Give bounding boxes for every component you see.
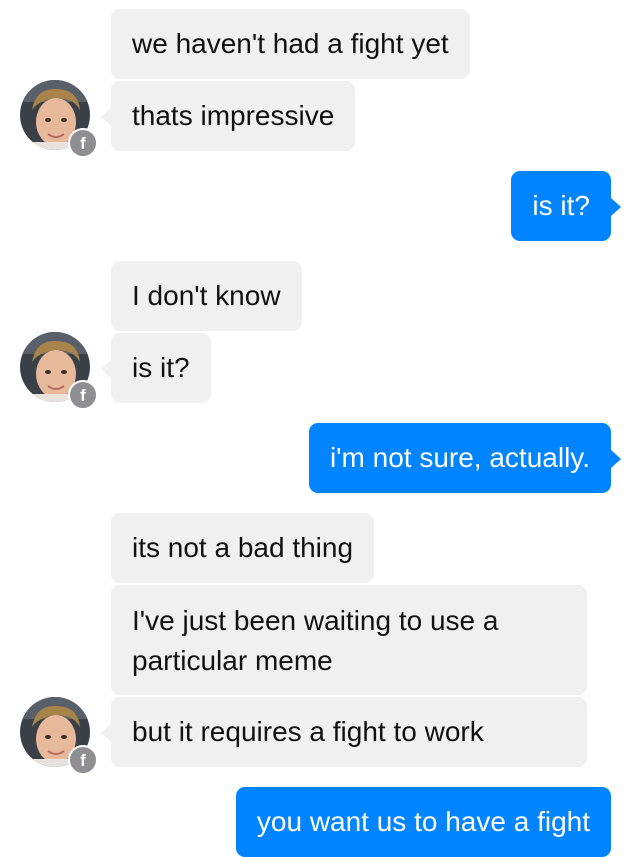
- message-text: we haven't had a fight yet: [132, 28, 449, 59]
- incoming-message[interactable]: its not a bad thing: [111, 513, 375, 583]
- message-thread: we haven't had a fight yet thats impress…: [0, 0, 640, 857]
- facebook-icon: f: [68, 745, 98, 775]
- outgoing-message[interactable]: you want us to have a fight: [235, 787, 611, 857]
- incoming-message[interactable]: I don't know: [111, 261, 302, 331]
- message-text: is it?: [532, 190, 590, 221]
- message-text: i'm not sure, actually.: [329, 442, 590, 473]
- message-text: I don't know: [132, 280, 281, 311]
- contact-avatar[interactable]: f: [20, 697, 98, 775]
- facebook-icon: f: [68, 380, 98, 410]
- contact-avatar[interactable]: f: [20, 80, 98, 158]
- message-text: but it requires a fight to work: [132, 716, 484, 747]
- message-text: you want us to have a fight: [256, 806, 590, 837]
- message-text: thats impressive: [132, 100, 335, 131]
- message-text: is it?: [132, 352, 190, 383]
- incoming-message[interactable]: is it?: [101, 333, 211, 403]
- outgoing-message[interactable]: is it?: [511, 171, 621, 241]
- incoming-message[interactable]: we haven't had a fight yet: [111, 9, 470, 79]
- message-text: I've just been waiting to use a particul…: [132, 605, 499, 676]
- message-text: its not a bad thing: [132, 532, 354, 563]
- facebook-icon: f: [68, 128, 98, 158]
- incoming-message[interactable]: but it requires a fight to work: [101, 697, 587, 767]
- incoming-message[interactable]: I've just been waiting to use a particul…: [111, 585, 587, 695]
- outgoing-message[interactable]: i'm not sure, actually.: [308, 423, 622, 493]
- incoming-message[interactable]: thats impressive: [100, 81, 356, 151]
- contact-avatar[interactable]: f: [20, 332, 98, 410]
